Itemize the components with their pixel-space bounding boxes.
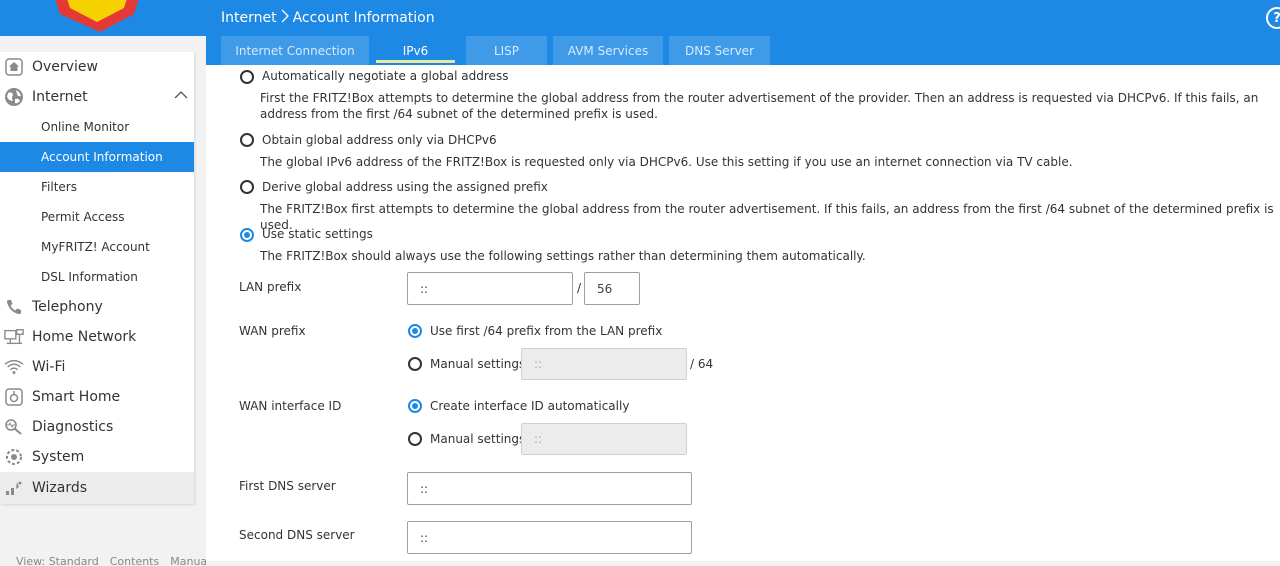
second-dns-input[interactable]: :: <box>407 521 692 554</box>
radio-wan-prefix-manual[interactable] <box>408 357 422 371</box>
option-description: The FRITZ!Box should always use the foll… <box>260 249 866 263</box>
breadcrumb-separator-icon <box>281 9 289 27</box>
sidebar-item-label: Permit Access <box>41 210 125 224</box>
sidebar-item-online-monitor[interactable]: Online Monitor <box>0 112 194 142</box>
system-icon <box>4 447 24 467</box>
tab-lisp[interactable]: LISP <box>466 36 547 65</box>
sidebar-item-label: Diagnostics <box>32 419 114 435</box>
sidebar-item-smart-home[interactable]: Smart Home <box>0 382 194 412</box>
fritz-logo-icon <box>55 0 139 32</box>
tab-bar: Internet Connection IPv6 LISP AVM Servic… <box>221 36 770 65</box>
sidebar-item-dsl-information[interactable]: DSL Information <box>0 262 194 292</box>
first-dns-label: First DNS server <box>239 479 336 493</box>
sidebar-item-label: Filters <box>41 180 77 194</box>
option-description: The FRITZ!Box first attempts to determin… <box>260 202 1274 232</box>
tab-internet-connection[interactable]: Internet Connection <box>221 36 369 65</box>
sidebar-item-label: MyFRITZ! Account <box>41 240 150 254</box>
view-mode-link[interactable]: View: Standard <box>16 555 99 566</box>
globe-icon <box>4 87 24 107</box>
sidebar-item-wifi[interactable]: Wi-Fi <box>0 352 194 382</box>
first-dns-input[interactable]: :: <box>407 472 692 505</box>
wan-prefix-manual-input[interactable]: :: <box>521 348 687 380</box>
sidebar-item-label: Overview <box>32 59 98 75</box>
wan-prefix-auto-label: Use first /64 prefix from the LAN prefix <box>430 324 663 338</box>
chevron-up-icon[interactable] <box>174 90 188 100</box>
sidebar-item-label: Wizards <box>32 480 88 496</box>
breadcrumb: Internet Account Information <box>221 8 435 28</box>
option-title: Obtain global address only via DHCPv6 <box>262 133 497 147</box>
wifi-icon <box>4 357 24 377</box>
sidebar-item-label: System <box>32 449 85 465</box>
wan-iface-manual-input[interactable]: :: <box>521 423 687 455</box>
second-dns-label: Second DNS server <box>239 528 355 542</box>
lan-prefix-slash: / <box>577 281 582 295</box>
wan-prefix-manual-label: Manual settings <box>430 357 526 371</box>
option-description: First the FRITZ!Box attempts to determin… <box>260 91 1259 121</box>
tab-dns-server[interactable]: DNS Server <box>669 36 770 65</box>
tab-avm-services[interactable]: AVM Services <box>553 36 663 65</box>
sidebar-item-home-network[interactable]: Home Network <box>0 322 194 352</box>
home-icon <box>4 57 24 77</box>
radio-static-settings[interactable] <box>240 228 254 242</box>
sidebar-item-label: Telephony <box>32 299 103 315</box>
lan-prefix-length-input[interactable]: 56 <box>584 272 640 305</box>
sidebar: Overview Internet Online Monitor Account… <box>0 52 194 504</box>
sidebar-item-internet[interactable]: Internet <box>0 82 194 112</box>
sidebar-item-wizards[interactable]: Wizards <box>0 472 194 504</box>
manual-link[interactable]: Manual <box>170 555 210 566</box>
sidebar-item-label: Internet <box>32 89 88 105</box>
radio-wan-prefix-auto[interactable] <box>408 324 422 338</box>
sidebar-footer: View: Standard Contents Manual <box>16 555 210 566</box>
radio-wan-iface-manual[interactable] <box>408 432 422 446</box>
sidebar-item-account-information[interactable]: Account Information <box>0 142 194 172</box>
sidebar-item-overview[interactable]: Overview <box>0 52 194 82</box>
sidebar-item-telephony[interactable]: Telephony <box>0 292 194 322</box>
wan-prefix-label: WAN prefix <box>239 324 306 338</box>
lan-prefix-label: LAN prefix <box>239 280 302 294</box>
wan-iface-auto-label: Create interface ID automatically <box>430 399 630 413</box>
sidebar-item-diagnostics[interactable]: Diagnostics <box>0 412 194 442</box>
fritz-logo[interactable] <box>0 0 206 36</box>
sidebar-item-myfritz-account[interactable]: MyFRITZ! Account <box>0 232 194 262</box>
option-title: Automatically negotiate a global address <box>262 69 509 83</box>
radio-wan-iface-auto[interactable] <box>408 399 422 413</box>
radio-dhcpv6-only[interactable] <box>240 133 254 147</box>
radio-auto-negotiate[interactable] <box>240 70 254 84</box>
breadcrumb-current: Account Information <box>292 10 435 26</box>
option-title: Derive global address using the assigned… <box>262 180 548 194</box>
phone-icon <box>4 297 24 317</box>
smart-home-icon <box>4 387 24 407</box>
lan-prefix-input[interactable]: :: <box>407 272 573 305</box>
wan-iface-manual-label: Manual settings <box>430 432 526 446</box>
sidebar-item-label: DSL Information <box>41 270 138 284</box>
sidebar-item-label: Account Information <box>41 150 163 164</box>
content-footer-strip <box>206 561 1280 566</box>
wan-prefix-suffix: / 64 <box>690 357 714 371</box>
tab-ipv6[interactable]: IPv6 <box>376 36 455 65</box>
sidebar-item-label: Home Network <box>32 329 137 345</box>
option-description: The global IPv6 address of the FRITZ!Box… <box>260 155 1073 169</box>
wizards-icon <box>4 478 24 498</box>
radio-derive-prefix[interactable] <box>240 180 254 194</box>
sidebar-item-label: Wi-Fi <box>32 359 66 375</box>
diagnostics-icon <box>4 417 24 437</box>
contents-link[interactable]: Contents <box>110 555 159 566</box>
network-icon <box>4 327 24 347</box>
sidebar-item-label: Smart Home <box>32 389 121 405</box>
sidebar-item-permit-access[interactable]: Permit Access <box>0 202 194 232</box>
sidebar-item-label: Online Monitor <box>41 120 130 134</box>
option-title: Use static settings <box>262 227 373 241</box>
breadcrumb-parent[interactable]: Internet <box>221 10 277 26</box>
wan-interface-id-label: WAN interface ID <box>239 399 342 413</box>
sidebar-item-filters[interactable]: Filters <box>0 172 194 202</box>
sidebar-item-system[interactable]: System <box>0 442 194 472</box>
